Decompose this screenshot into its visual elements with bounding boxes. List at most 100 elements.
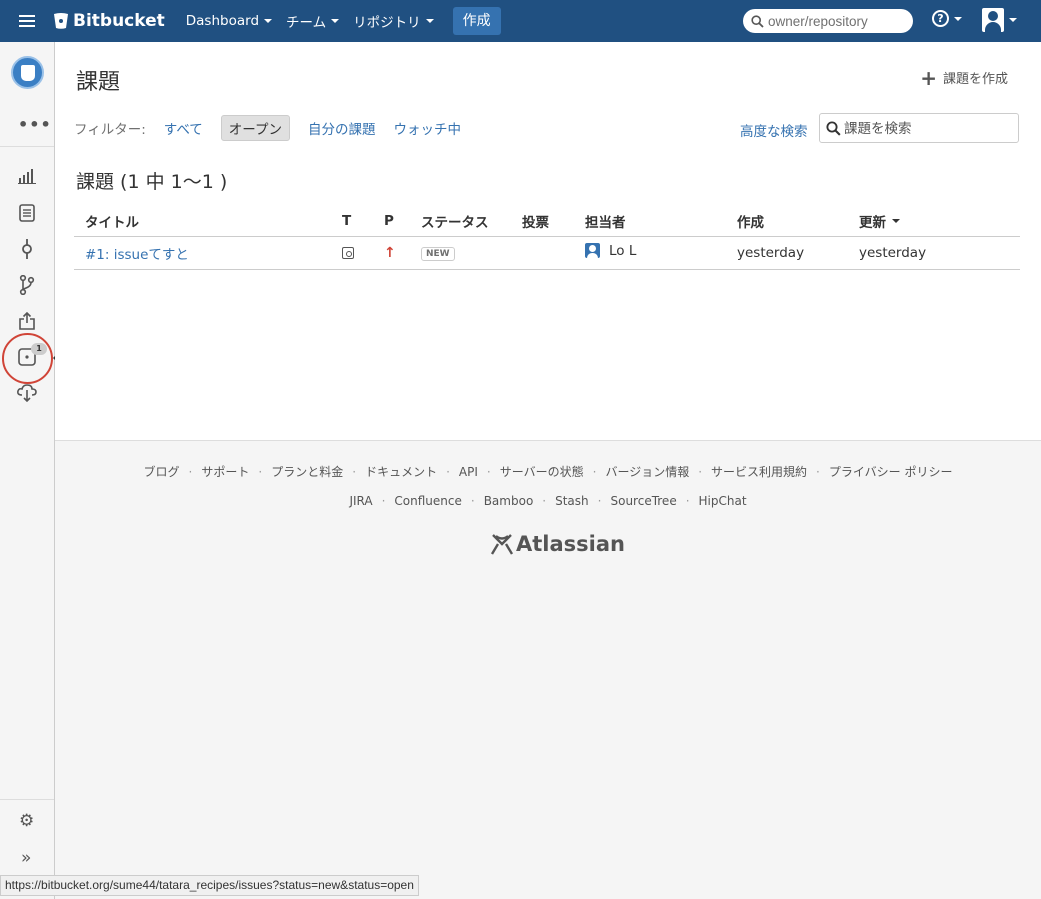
column-votes[interactable]: 投票 <box>522 207 585 237</box>
footer-link[interactable]: API <box>459 465 478 479</box>
user-avatar-icon <box>982 8 1004 32</box>
footer-link[interactable]: サービス利用規約 <box>711 465 807 479</box>
user-menu-button[interactable] <box>982 8 1017 32</box>
expand-sidebar-icon[interactable]: » <box>21 848 31 868</box>
search-icon <box>751 14 764 28</box>
column-assignee[interactable]: 担当者 <box>585 207 737 237</box>
filter-label: フィルター: <box>74 122 146 138</box>
filter-all[interactable]: すべて <box>164 118 203 138</box>
atlassian-mark-icon <box>490 534 514 555</box>
footer-link[interactable]: サーバーの状態 <box>500 465 584 479</box>
sidebar-item-commits[interactable] <box>17 239 37 259</box>
chevron-down-icon <box>331 19 340 23</box>
sidebar-divider <box>0 146 54 147</box>
sidebar-item-overview[interactable] <box>17 166 37 186</box>
footer-product-link[interactable]: Stash <box>555 494 589 508</box>
hamburger-menu-button[interactable] <box>0 0 54 42</box>
issue-search-input[interactable] <box>844 120 1014 136</box>
footer-product-link[interactable]: SourceTree <box>610 494 676 508</box>
sidebar-item-pull-requests[interactable] <box>17 311 37 331</box>
issue-search-box[interactable] <box>819 113 1019 143</box>
footer-separator: · <box>188 465 193 479</box>
nav-teams[interactable]: チーム <box>286 11 340 31</box>
issues-count-badge: 1 <box>31 343 47 355</box>
page-footer: ブログ · サポート · プランと料金 · ドキュメント · API · サーバーの状態 · バージョン… <box>55 441 1041 875</box>
footer-link[interactable]: バージョン情報 <box>605 465 689 479</box>
help-menu-button[interactable]: ? <box>932 10 962 27</box>
footer-product-link[interactable]: HipChat <box>699 494 747 508</box>
sidebar-divider <box>0 799 54 800</box>
column-status[interactable]: ステータス <box>421 207 522 237</box>
commit-icon <box>22 239 32 259</box>
settings-gear-icon[interactable]: ⚙ <box>19 811 34 831</box>
repository-sidebar: ••• 1 ⚙ » <box>0 42 91 899</box>
footer-separator: · <box>685 494 690 508</box>
plus-icon: + <box>920 65 937 90</box>
chevron-down-icon <box>264 19 273 23</box>
footer-separator: · <box>352 465 357 479</box>
repository-avatar[interactable] <box>11 56 44 89</box>
column-created[interactable]: 作成 <box>737 207 859 237</box>
table-header-row: タイトル T P ステータス 投票 担当者 作成 更新 <box>74 207 1020 237</box>
create-issue-button[interactable]: + 課題を作成 <box>920 65 1008 90</box>
brand-name: Bitbucket <box>73 11 165 31</box>
avatar <box>585 243 600 259</box>
cloud-download-icon <box>17 384 37 402</box>
nav-dashboard[interactable]: Dashboard <box>186 13 273 29</box>
filter-my-issues[interactable]: 自分の課題 <box>308 118 376 138</box>
create-button[interactable]: 作成 <box>452 7 501 35</box>
footer-separator: · <box>381 494 386 508</box>
bitbucket-bucket-icon <box>54 13 68 29</box>
footer-separator: · <box>258 465 263 479</box>
footer-separator: · <box>470 494 475 508</box>
advanced-search-link[interactable]: 高度な検索 <box>740 120 808 140</box>
sidebar-item-source[interactable] <box>17 203 37 223</box>
issues-page: 課題 + 課題を作成 フィルター: すべて オープン 自分の課題 ウォッチ中 高… <box>55 42 1041 441</box>
footer-separator: · <box>486 465 491 479</box>
hamburger-icon <box>19 20 35 22</box>
footer-product-link[interactable]: JIRA <box>349 494 372 508</box>
updated-cell: yesterday <box>859 236 1020 270</box>
sidebar-item-branches[interactable] <box>17 275 37 295</box>
footer-links-products: JIRA · Confluence · Bamboo · Stash · SourceTree ·… <box>55 494 1041 508</box>
nav-repositories[interactable]: リポジトリ <box>353 11 434 31</box>
column-updated[interactable]: 更新 <box>859 207 1020 237</box>
footer-link[interactable]: ブログ <box>144 465 180 479</box>
footer-link[interactable]: プランと料金 <box>271 465 343 479</box>
top-navigation-bar: Bitbucket Dashboard チーム リポジトリ 作成 ? <box>0 0 1041 42</box>
footer-link[interactable]: プライバシー ポリシー <box>829 465 953 479</box>
issue-title-link[interactable]: #1: issueてすと <box>85 247 189 263</box>
footer-link[interactable]: サポート <box>201 465 249 479</box>
browser-status-bar: https://bitbucket.org/sume44/tatara_reci… <box>0 875 419 896</box>
column-title[interactable]: タイトル <box>74 207 342 237</box>
assignee[interactable]: Lo L <box>585 243 636 259</box>
priority-major-icon: ↑ <box>384 244 396 261</box>
issue-filter-bar: フィルター: すべて オープン 自分の課題 ウォッチ中 <box>74 115 479 141</box>
repo-search-input[interactable] <box>768 13 908 29</box>
share-upload-icon <box>19 312 35 330</box>
footer-link[interactable]: ドキュメント <box>365 465 437 479</box>
branch-icon <box>19 275 35 295</box>
filter-watching[interactable]: ウォッチ中 <box>394 118 462 138</box>
repo-search-box[interactable] <box>743 9 913 33</box>
column-type[interactable]: T <box>342 207 384 237</box>
footer-separator: · <box>592 465 597 479</box>
atlassian-logo[interactable]: Atlassian <box>490 532 625 556</box>
bucket-icon <box>20 64 35 81</box>
votes-cell <box>522 236 585 270</box>
bitbucket-logo[interactable]: Bitbucket <box>54 11 165 31</box>
footer-product-link[interactable]: Bamboo <box>484 494 534 508</box>
sidebar-item-downloads[interactable] <box>17 383 37 403</box>
footer-separator: · <box>816 465 820 479</box>
bar-chart-icon <box>18 169 36 184</box>
footer-separator: · <box>542 494 547 508</box>
issue-count-summary: 課題 (1 中 1〜1 ) <box>76 171 228 193</box>
footer-separator: · <box>597 494 602 508</box>
more-options-icon[interactable]: ••• <box>18 115 52 134</box>
column-priority[interactable]: P <box>384 207 421 237</box>
filter-open[interactable]: オープン <box>220 115 290 141</box>
table-row: #1: issueてすと ↑ NEW Lo L yesterday yester… <box>74 236 1020 270</box>
sort-desc-icon <box>892 219 900 224</box>
footer-product-link[interactable]: Confluence <box>394 494 461 508</box>
chevron-down-icon <box>1009 18 1017 22</box>
